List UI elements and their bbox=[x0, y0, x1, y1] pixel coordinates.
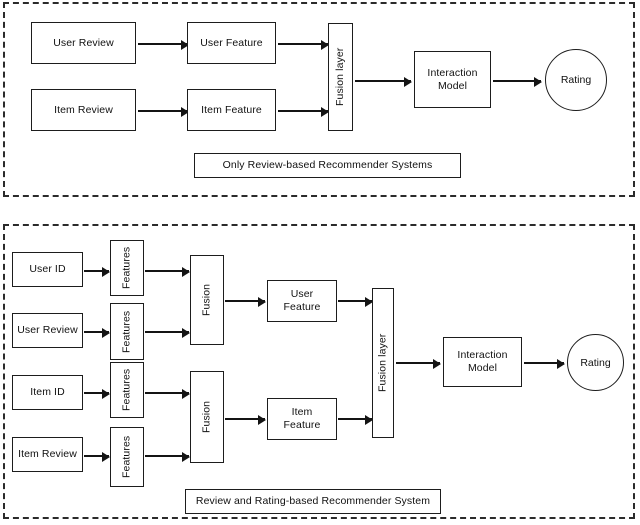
node-user-feature-bottom: User Feature bbox=[267, 280, 337, 322]
interaction-model-line2: Model bbox=[437, 79, 468, 92]
interaction-model-line1: Interaction bbox=[427, 66, 478, 79]
panel-review-and-rating-based bbox=[3, 224, 635, 519]
arrow-interaction-model-to-rating-top bbox=[493, 77, 542, 88]
node-user-review-bottom: User Review bbox=[12, 313, 83, 348]
arrow-fusion-layer-to-interaction-model-top bbox=[355, 77, 412, 88]
node-item-feature-top: Item Feature bbox=[187, 89, 276, 131]
node-user-feature-top: User Feature bbox=[187, 22, 276, 64]
arrow-item-id-to-features-3 bbox=[84, 389, 110, 400]
user-feature-line1: User bbox=[290, 288, 314, 301]
node-interaction-model-bottom: Interaction Model bbox=[443, 337, 522, 387]
node-fusion-user: Fusion bbox=[190, 255, 224, 345]
node-fusion-layer-bottom: Fusion layer bbox=[372, 288, 394, 438]
arrow-fusion-layer-to-interaction-model-bottom bbox=[396, 359, 441, 370]
arrow-user-id-to-features-1 bbox=[84, 267, 110, 278]
arrow-user-review-to-user-feature bbox=[138, 40, 189, 51]
arrow-fusion-user-to-user-feature bbox=[225, 297, 266, 308]
node-interaction-model-top: Interaction Model bbox=[414, 51, 491, 108]
node-features-1: Features bbox=[110, 240, 144, 296]
arrow-features-1-to-fusion-user bbox=[145, 267, 190, 278]
node-item-review-bottom: Item Review bbox=[12, 437, 83, 472]
node-rating-top: Rating bbox=[545, 49, 607, 111]
node-item-review-top: Item Review bbox=[31, 89, 136, 131]
item-feature-line2: Feature bbox=[283, 419, 321, 431]
node-fusion-layer-top: Fusion layer bbox=[328, 23, 353, 131]
node-features-4: Features bbox=[110, 427, 144, 487]
arrow-item-feature-to-fusion-layer-bottom bbox=[338, 415, 373, 426]
arrow-user-feature-to-fusion-layer-bottom bbox=[338, 297, 373, 308]
caption-review-based: Only Review-based Recommender Systems bbox=[194, 153, 461, 178]
node-user-review-top: User Review bbox=[31, 22, 136, 64]
node-user-id: User ID bbox=[12, 252, 83, 287]
user-feature-line2: Feature bbox=[283, 301, 321, 313]
node-item-feature-bottom: Item Feature bbox=[267, 398, 337, 440]
node-features-2: Features bbox=[110, 303, 144, 360]
arrow-interaction-model-to-rating-bottom bbox=[524, 359, 565, 370]
caption-review-and-rating-based: Review and Rating-based Recommender Syst… bbox=[185, 489, 441, 514]
diagram-canvas: User Review User Feature Item Review Ite… bbox=[0, 0, 640, 525]
arrow-features-4-to-fusion-item bbox=[145, 452, 190, 463]
node-item-id: Item ID bbox=[12, 375, 83, 410]
node-rating-bottom: Rating bbox=[567, 334, 624, 391]
arrow-fusion-item-to-item-feature bbox=[225, 415, 266, 426]
item-feature-line1: Item bbox=[291, 406, 313, 419]
node-features-3: Features bbox=[110, 362, 144, 418]
arrow-features-2-to-fusion-user bbox=[145, 328, 190, 339]
arrow-user-review-to-features-2 bbox=[84, 328, 110, 339]
interaction-model-bottom-line2: Model bbox=[467, 362, 498, 374]
node-fusion-item: Fusion bbox=[190, 371, 224, 463]
arrow-features-3-to-fusion-item bbox=[145, 389, 190, 400]
interaction-model-bottom-line1: Interaction bbox=[457, 349, 508, 362]
arrow-item-review-to-features-4 bbox=[84, 452, 110, 463]
arrow-item-review-to-item-feature bbox=[138, 107, 189, 118]
arrow-item-feature-to-fusion-layer bbox=[278, 107, 329, 118]
arrow-user-feature-to-fusion-layer bbox=[278, 40, 329, 51]
